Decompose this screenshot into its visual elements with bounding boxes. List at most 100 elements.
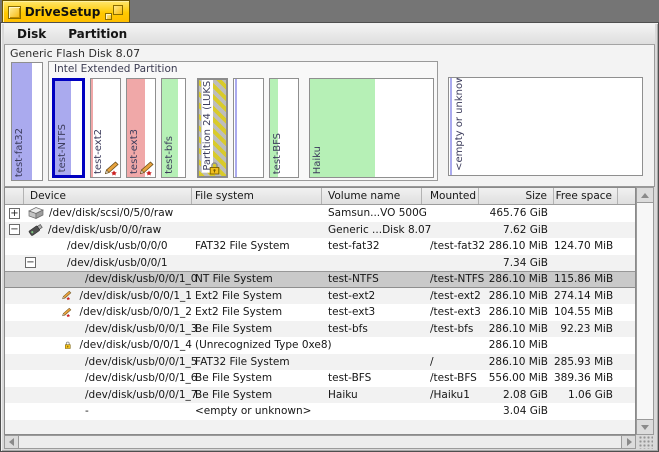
fs-cell: NT File System	[192, 273, 322, 285]
device-cell: /dev/disk/usb/0/0/1_4	[5, 338, 192, 352]
device-cell: /dev/disk/usb/0/0/1_7	[5, 389, 192, 401]
partition-box-test-ext3[interactable]: test-ext3	[126, 78, 156, 178]
partition-list: Device File system Volume name Mounted a…	[4, 187, 636, 435]
volume-cell: test-fat32	[322, 240, 422, 252]
partition-used-fill	[235, 79, 237, 177]
free-cell: 104.55 MiB	[554, 306, 618, 318]
partition-box-test-ntfs[interactable]: test-NTFS	[52, 78, 85, 178]
table-row[interactable]: + /dev/disk/scsi/0/5/0/raw Samsun...VO 5…	[5, 205, 635, 222]
volume-cell: test-ext3	[322, 306, 422, 318]
free-cell: 124.70 MiB	[554, 240, 618, 252]
table-row[interactable]: /dev/disk/usb/0/0/1_2 Ext2 File System t…	[5, 304, 635, 321]
table-row[interactable]: /dev/disk/usb/0/0/1_1 Ext2 File System t…	[5, 288, 635, 305]
device-cell: − /dev/disk/usb/0/0/1	[5, 257, 192, 269]
usb-stick-icon	[26, 222, 45, 237]
partition-box-test-bfs[interactable]: test-bfs	[161, 78, 186, 178]
device-path: /dev/disk/usb/0/0/0	[67, 240, 168, 252]
window-tab[interactable]: DriveSetup	[2, 0, 130, 23]
fs-cell: Be File System	[192, 372, 322, 384]
header-file-system[interactable]: File system	[192, 188, 322, 204]
partition-label: Partition 24 (LUKS enc...	[201, 78, 213, 173]
empty-filler-row	[5, 420, 635, 435]
header-size[interactable]: Size	[479, 188, 554, 204]
scroll-up-button[interactable]	[637, 188, 653, 203]
device-cell: /dev/disk/usb/0/0/0	[5, 240, 192, 252]
table-row[interactable]: /dev/disk/usb/0/0/1_5 FAT32 File System …	[5, 354, 635, 371]
header-device[interactable]: Device	[24, 188, 192, 204]
partition-used-fill	[450, 78, 452, 175]
header-volume-name[interactable]: Volume name	[322, 188, 422, 204]
table-row[interactable]: - <empty or unknown> 3.04 GiB	[5, 403, 635, 420]
table-row[interactable]: /dev/disk/usb/0/0/0 FAT32 File System te…	[5, 238, 635, 255]
vertical-scrollbar[interactable]	[636, 187, 654, 435]
table-row[interactable]: − /dev/disk/usb/0/0/raw Generic ...Disk …	[5, 222, 635, 239]
arrow-down-icon	[641, 425, 649, 430]
pencil-icon	[103, 161, 119, 176]
size-cell: 286.10 MiB	[479, 356, 554, 368]
size-cell: 556.00 MiB	[479, 372, 554, 384]
mounted-cell: /test-bfs	[422, 323, 479, 335]
expander-closed[interactable]: +	[9, 208, 20, 219]
list-rows: + /dev/disk/scsi/0/5/0/raw Samsun...VO 5…	[5, 205, 635, 434]
volume-cell: Samsun...VO 500G	[322, 207, 422, 219]
device-cell: − /dev/disk/usb/0/0/raw	[5, 222, 192, 237]
mounted-cell: /	[422, 356, 479, 368]
free-cell: 115.86 MiB	[554, 273, 618, 285]
menu-disk[interactable]: Disk	[6, 25, 57, 43]
partition-box-unnamed[interactable]	[233, 78, 264, 178]
partition-box-test-fat32[interactable]: test-fat32	[11, 62, 43, 181]
free-cell: 389.36 MiB	[554, 372, 618, 384]
mounted-cell: /test-BFS	[422, 372, 479, 384]
device-path: /dev/disk/usb/0/0/1_0	[85, 273, 197, 285]
table-row[interactable]: /dev/disk/usb/0/0/1_7 Be File System Hai…	[5, 387, 635, 404]
zoom-icon-small	[105, 13, 112, 20]
table-row[interactable]: /dev/disk/usb/0/0/1_3 Be File System tes…	[5, 321, 635, 338]
partition-box-test-bfs-2[interactable]: test-BFS	[269, 78, 299, 178]
expander-open[interactable]: −	[9, 224, 20, 235]
device-path: /dev/disk/usb/0/0/raw	[48, 224, 161, 236]
table-row-selected[interactable]: /dev/disk/usb/0/0/1_0 NT File System tes…	[5, 271, 635, 288]
pencil-icon	[138, 161, 154, 176]
header-free-space[interactable]: Free space	[554, 188, 618, 204]
menu-partition[interactable]: Partition	[57, 25, 138, 43]
partition-label: test-BFS	[272, 133, 283, 174]
partition-box-test-ext2[interactable]: test-ext2	[90, 78, 121, 178]
mounted-cell: /test-ext2	[422, 290, 479, 302]
device-path: /dev/disk/scsi/0/5/0/raw	[49, 207, 173, 219]
arrow-left-icon	[9, 438, 14, 446]
partition-label: test-fat32	[14, 128, 25, 177]
device-path: /dev/disk/usb/0/0/1_5	[85, 356, 197, 368]
device-cell: /dev/disk/usb/0/0/1_5	[5, 356, 192, 368]
size-cell: 465.76 GiB	[479, 207, 554, 219]
table-row[interactable]: /dev/disk/usb/0/0/1_4 (Unrecognized Type…	[5, 337, 635, 354]
volume-cell: Haiku	[322, 389, 422, 401]
size-cell: 2.08 GiB	[479, 389, 554, 401]
device-path: /dev/disk/usb/0/0/1	[67, 257, 168, 269]
size-cell: 286.10 MiB	[479, 306, 554, 318]
partition-box-haiku[interactable]: Haiku	[309, 78, 434, 178]
device-path: /dev/disk/usb/0/0/1_6	[85, 372, 197, 384]
header-mounted-at[interactable]: Mounted at	[422, 188, 479, 204]
lock-icon	[208, 161, 221, 175]
close-button[interactable]	[8, 6, 21, 19]
scroll-left-button[interactable]	[5, 436, 19, 448]
partition-label: Haiku	[312, 146, 323, 174]
size-cell: 286.10 MiB	[479, 339, 554, 351]
scroll-down-button[interactable]	[637, 419, 653, 434]
partition-box-luks[interactable]: Partition 24 (LUKS enc...	[197, 78, 228, 178]
partition-label: test-bfs	[164, 136, 175, 174]
window-title: DriveSetup	[21, 5, 104, 19]
resize-grip[interactable]	[639, 436, 653, 449]
zoom-button[interactable]	[104, 5, 123, 20]
fs-cell: Be File System	[192, 389, 322, 401]
device-cell: /dev/disk/usb/0/0/1_2	[5, 305, 192, 320]
fs-cell: <empty or unknown>	[192, 405, 322, 417]
partition-box-empty[interactable]: <empty or unknown>	[448, 77, 643, 176]
horizontal-scrollbar[interactable]	[4, 435, 636, 449]
table-row[interactable]: /dev/disk/usb/0/0/1_6 Be File System tes…	[5, 370, 635, 387]
device-path: /dev/disk/usb/0/0/1_7	[85, 389, 197, 401]
scroll-right-button[interactable]	[621, 436, 635, 448]
device-cell: + /dev/disk/scsi/0/5/0/raw	[5, 206, 192, 220]
expander-open[interactable]: −	[25, 257, 36, 268]
table-row[interactable]: − /dev/disk/usb/0/0/1 7.34 GiB	[5, 255, 635, 272]
